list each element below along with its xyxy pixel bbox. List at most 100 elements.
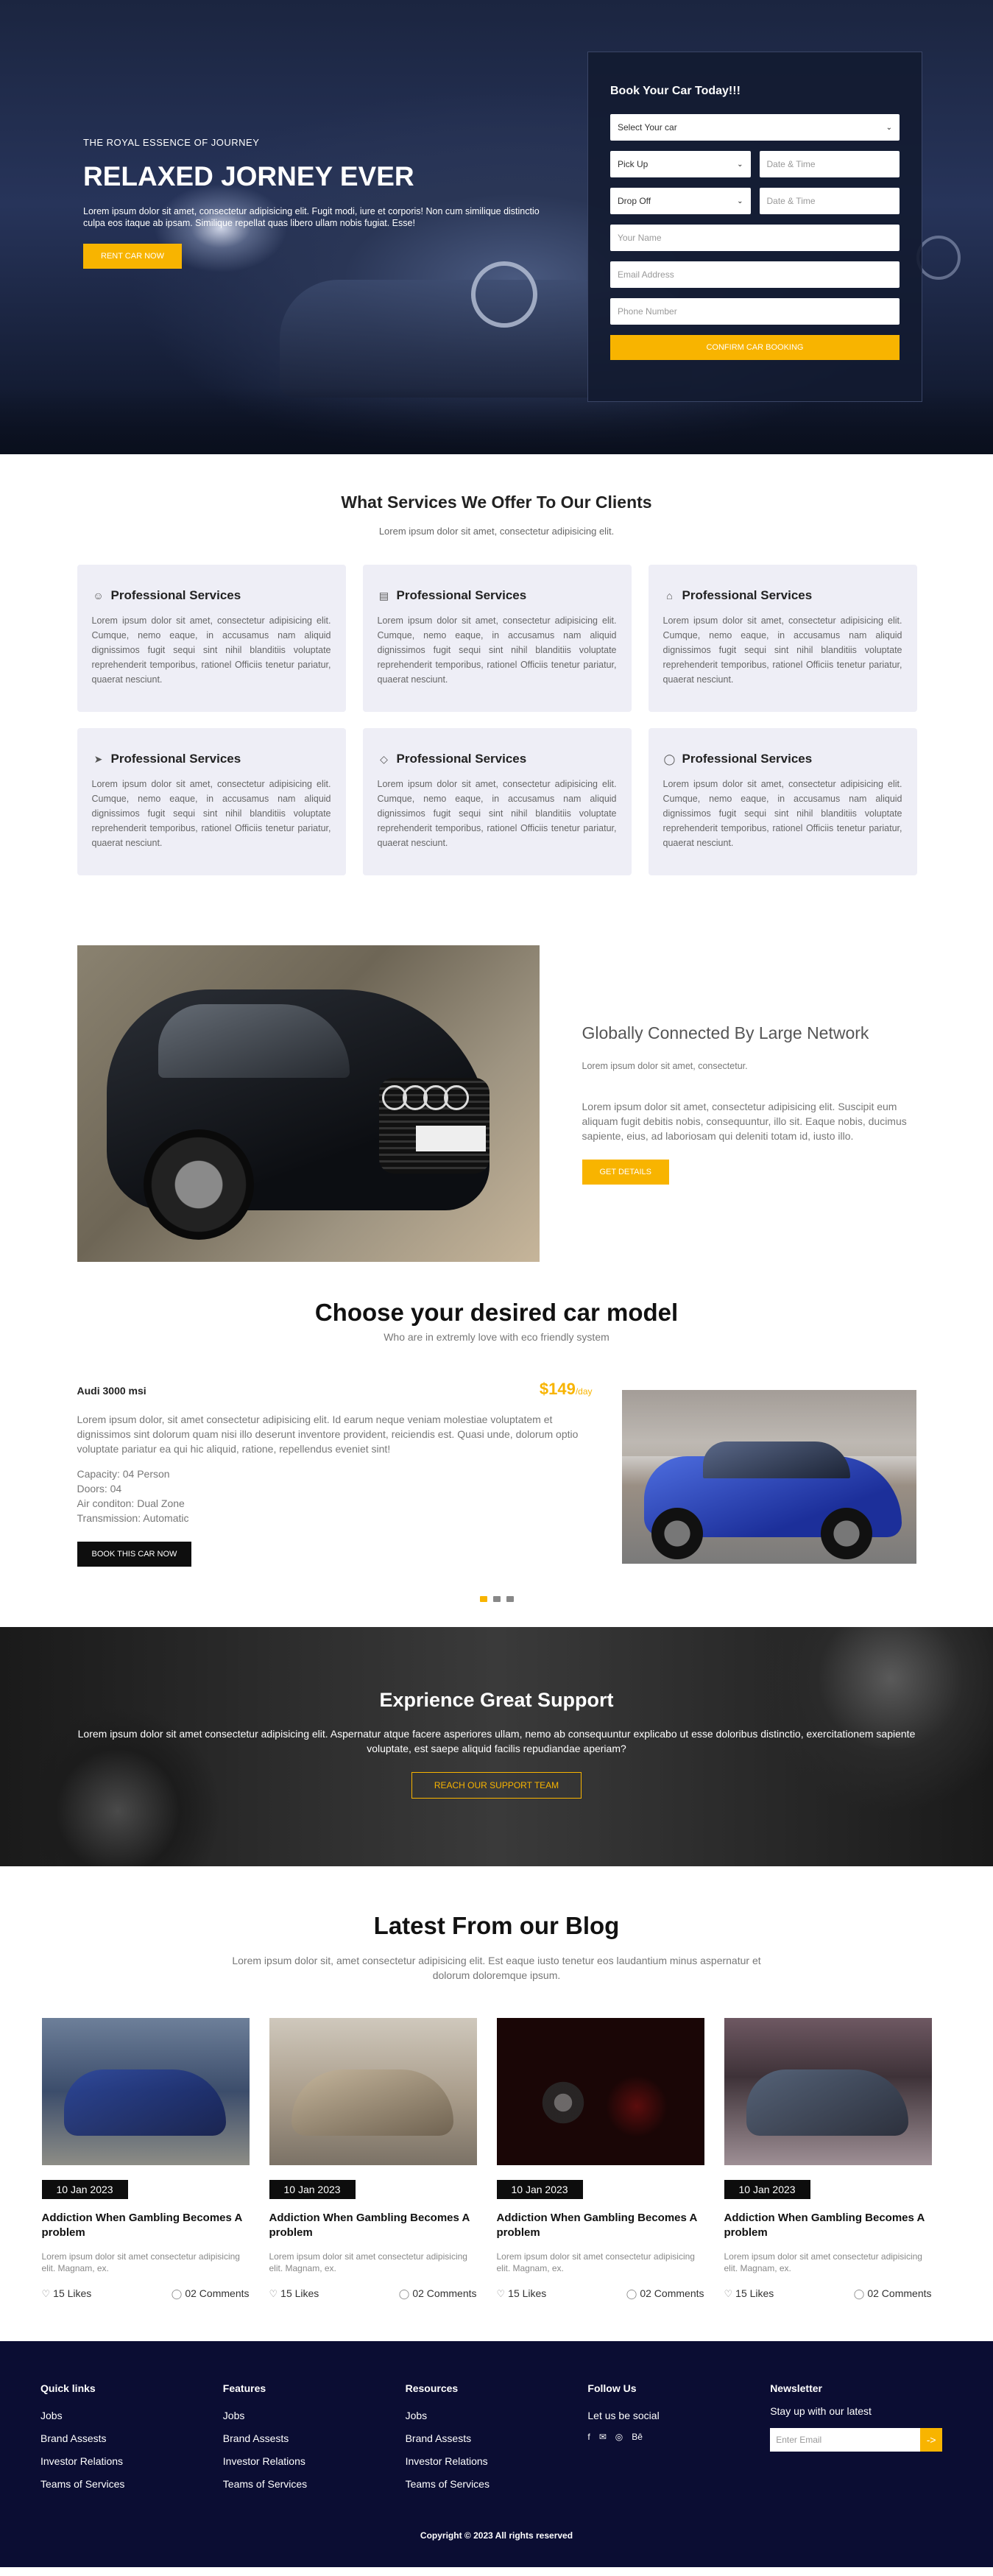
service-card: ◯ Professional Services Lorem ipsum dolor… <box>648 728 917 875</box>
comments-count: 02 Comments <box>185 2287 250 2299</box>
dropoff-datetime-input[interactable]: Date & Time <box>759 188 900 214</box>
service-title: Professional Services <box>396 588 527 602</box>
comments-button[interactable]: ◯ 02 Comments <box>854 2287 932 2300</box>
services-grid: ☺ Professional Services Lorem ipsum dolor… <box>77 565 917 875</box>
dribbble-icon[interactable]: ◎ <box>615 2432 623 2442</box>
rent-car-button[interactable]: RENT CAR NOW <box>83 244 182 269</box>
footer-heading: Follow Us <box>587 2382 637 2394</box>
comments-button[interactable]: ◯ 02 Comments <box>626 2287 704 2300</box>
network-subtitle: Lorem ipsum dolor sit amet, consectetur. <box>582 1060 748 1071</box>
newsletter-text: Stay up with our latest <box>770 2405 872 2417</box>
footer-resources: Resources Jobs Brand Assests Investor Re… <box>406 2382 588 2496</box>
dropoff-select[interactable]: Drop Off ⌄ <box>610 188 751 214</box>
likes-button[interactable]: ♡ 15 Likes <box>724 2287 774 2300</box>
phone-input[interactable]: Phone Number <box>610 298 900 325</box>
footer-link[interactable]: Investor Relations <box>406 2450 588 2473</box>
copyright: Copyright © 2023 All rights reserved <box>420 2530 573 2541</box>
spec-air: Air conditon: Dual Zone <box>77 1497 185 1509</box>
service-card: ▤ Professional Services Lorem ipsum dolor… <box>362 565 632 712</box>
footer-link[interactable]: Jobs <box>406 2404 588 2427</box>
post-title[interactable]: Addiction When Gambling Becomes A proble… <box>42 2211 250 2240</box>
car-models-section: Choose your desired car model Who are in… <box>0 1299 993 1602</box>
dropoff-select-value: Drop Off <box>618 196 651 206</box>
post-description: Lorem ipsum dolor sit amet consectetur a… <box>496 2251 695 2273</box>
spec-doors: Doors: 04 <box>77 1483 122 1495</box>
likes-button[interactable]: ♡ 15 Likes <box>42 2287 92 2300</box>
services-section: What Services We Offer To Our Clients Lo… <box>0 454 993 875</box>
car-wheel <box>143 1129 254 1240</box>
service-description: Lorem ipsum dolor sit amet, consectetur … <box>91 779 331 848</box>
post-title[interactable]: Addiction When Gambling Becomes A proble… <box>269 2211 477 2240</box>
car-model-name: Audi 3000 msi <box>77 1385 146 1397</box>
footer-link[interactable]: Teams of Services <box>406 2473 588 2496</box>
service-card: ◇ Professional Services Lorem ipsum dolor… <box>362 728 632 875</box>
footer-link[interactable]: Investor Relations <box>223 2450 406 2473</box>
service-description: Lorem ipsum dolor sit amet, consectetur … <box>377 779 617 848</box>
book-car-button[interactable]: BOOK THIS CAR NOW <box>77 1542 192 1567</box>
comment-icon: ◯ <box>398 2288 410 2299</box>
car-model-specs: Capacity: 04 Person Doors: 04 Air condit… <box>77 1467 593 1525</box>
post-date: 10 Jan 2023 <box>269 2180 356 2199</box>
hero-text-block: THE ROYAL ESSENCE OF JOURNEY RELAXED JOR… <box>83 137 562 269</box>
slider-dots <box>0 1596 993 1602</box>
slider-dot-1[interactable] <box>479 1596 487 1602</box>
services-subtitle: Lorem ipsum dolor sit amet, consectetur … <box>378 526 615 537</box>
post-description: Lorem ipsum dolor sit amet consectetur a… <box>269 2251 467 2273</box>
car-wheel <box>820 1508 872 1559</box>
comments-button[interactable]: ◯ 02 Comments <box>399 2287 477 2300</box>
heart-icon: ♡ <box>269 2288 278 2299</box>
slider-dot-2[interactable] <box>492 1596 501 1602</box>
pickup-datetime-input[interactable]: Date & Time <box>759 151 900 177</box>
footer-quick-links: Quick links Jobs Brand Assests Investor … <box>40 2382 223 2496</box>
likes-button[interactable]: ♡ 15 Likes <box>497 2287 547 2300</box>
blog-post-image[interactable] <box>724 2018 932 2165</box>
hero-section: THE ROYAL ESSENCE OF JOURNEY RELAXED JOR… <box>0 0 993 454</box>
pickup-select-value: Pick Up <box>618 159 649 169</box>
email-input[interactable]: Email Address <box>610 261 900 288</box>
blog-post-image[interactable] <box>41 2018 250 2165</box>
get-details-button[interactable]: GET DETAILS <box>582 1159 670 1185</box>
footer-link[interactable]: Investor Relations <box>40 2450 223 2473</box>
blog-section: Latest From our Blog Lorem ipsum dolor s… <box>0 1866 993 2300</box>
rocket-icon: ➤ <box>93 752 103 765</box>
spec-transmission: Transmission: Automatic <box>77 1512 189 1524</box>
user-icon: ☺ <box>93 590 104 601</box>
name-input[interactable]: Your Name <box>610 225 900 251</box>
network-title: Globally Connected By Large Network <box>582 1023 869 1042</box>
building-icon: ⌂ <box>666 590 673 601</box>
reach-support-button[interactable]: REACH OUR SUPPORT TEAM <box>411 1772 582 1799</box>
comments-button[interactable]: ◯ 02 Comments <box>172 2287 250 2300</box>
newsletter-email-input[interactable]: Enter Email <box>770 2428 921 2452</box>
footer-heading: Resources <box>405 2382 459 2394</box>
mercedes-logo-icon <box>471 261 537 328</box>
footer-link[interactable]: Brand Assests <box>40 2427 223 2450</box>
blog-post: 10 Jan 2023 Addiction When Gambling Beco… <box>724 2018 932 2300</box>
blog-post-image[interactable] <box>269 2018 477 2165</box>
twitter-icon[interactable]: ✉ <box>599 2432 607 2442</box>
confirm-booking-button[interactable]: CONFIRM CAR BOOKING <box>610 335 900 360</box>
footer-link[interactable]: Teams of Services <box>223 2473 406 2496</box>
price-value: $149 <box>539 1380 576 1398</box>
behance-icon[interactable]: Bê <box>632 2432 643 2442</box>
chat-icon: ◯ <box>663 752 676 765</box>
footer-link[interactable]: Teams of Services <box>40 2473 223 2496</box>
slider-dot-3[interactable] <box>506 1596 514 1602</box>
footer-link[interactable]: Brand Assests <box>406 2427 588 2450</box>
pickup-select[interactable]: Pick Up ⌄ <box>610 151 751 177</box>
footer-link[interactable]: Jobs <box>40 2404 223 2427</box>
comment-icon: ◯ <box>853 2288 865 2299</box>
footer-link[interactable]: Jobs <box>223 2404 406 2427</box>
car-select[interactable]: Select Your car ⌄ <box>610 114 900 141</box>
id-card-icon: ▤ <box>378 589 389 601</box>
post-date: 10 Jan 2023 <box>41 2180 128 2199</box>
support-title: Exprience Great Support <box>379 1689 614 1711</box>
newsletter-submit-button[interactable]: -> <box>920 2428 943 2452</box>
post-title[interactable]: Addiction When Gambling Becomes A proble… <box>497 2211 704 2240</box>
blog-post-image[interactable] <box>496 2018 704 2165</box>
post-title[interactable]: Addiction When Gambling Becomes A proble… <box>724 2211 932 2240</box>
likes-button[interactable]: ♡ 15 Likes <box>269 2287 319 2300</box>
facebook-icon[interactable]: f <box>587 2432 590 2442</box>
services-title: What Services We Offer To Our Clients <box>341 493 652 512</box>
comment-icon: ◯ <box>626 2288 637 2299</box>
footer-link[interactable]: Brand Assests <box>223 2427 406 2450</box>
